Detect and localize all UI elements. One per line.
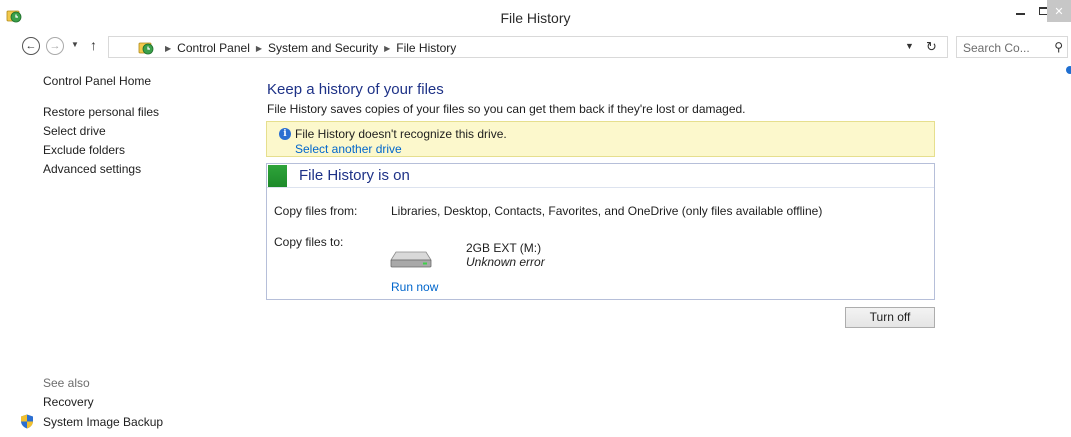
forward-button[interactable]: → xyxy=(46,37,64,55)
window-title: File History xyxy=(500,10,571,26)
minimize-icon xyxy=(1015,13,1025,15)
recovery-link[interactable]: Recovery xyxy=(43,395,94,409)
refresh-icon[interactable]: ↻ xyxy=(926,39,937,55)
search-icon[interactable]: ⚲ xyxy=(1054,40,1063,54)
recent-locations-dropdown[interactable]: ▼ xyxy=(71,40,79,49)
info-icon: i xyxy=(279,128,291,140)
status-panel: File History is on Copy files from: Libr… xyxy=(266,163,935,300)
up-button[interactable]: ↑ xyxy=(90,37,97,53)
control-panel-home-link[interactable]: Control Panel Home xyxy=(43,74,151,88)
copy-from-value: Libraries, Desktop, Contacts, Favorites,… xyxy=(391,204,823,218)
file-history-icon xyxy=(138,42,154,55)
chevron-right-icon[interactable]: ▶ xyxy=(165,44,171,53)
chevron-right-icon[interactable]: ▶ xyxy=(256,44,262,53)
page-title: Keep a history of your files xyxy=(267,81,444,98)
run-now-link[interactable]: Run now xyxy=(391,280,438,294)
breadcrumb-control-panel[interactable]: Control Panel xyxy=(177,41,250,55)
back-button[interactable]: ← xyxy=(22,37,40,55)
drive-name: 2GB EXT (M:) xyxy=(466,241,542,255)
up-arrow-icon: ↑ xyxy=(90,37,97,53)
select-drive-link[interactable]: Select drive xyxy=(43,124,106,138)
select-another-drive-link[interactable]: Select another drive xyxy=(295,142,402,156)
restore-personal-files-link[interactable]: Restore personal files xyxy=(43,105,159,119)
exclude-folders-link[interactable]: Exclude folders xyxy=(43,143,125,157)
breadcrumb-file-history[interactable]: File History xyxy=(396,41,456,55)
turn-off-button[interactable]: Turn off xyxy=(845,307,935,328)
close-icon: ✕ xyxy=(1054,5,1064,18)
drive-status: Unknown error xyxy=(466,255,545,269)
back-arrow-icon: ← xyxy=(25,39,37,52)
breadcrumb-system-and-security[interactable]: System and Security xyxy=(268,41,378,55)
warning-text: File History doesn't recognize this driv… xyxy=(295,127,507,141)
address-bar[interactable]: ▶ Control Panel ▶ System and Security ▶ … xyxy=(108,36,948,58)
navigation-bar: ← → ▼ ↑ ▶ Control Panel ▶ System and Sec… xyxy=(0,34,1071,60)
search-input[interactable]: Search Co... ⚲ xyxy=(956,36,1068,58)
close-button[interactable]: ✕ xyxy=(1047,0,1071,22)
page-description: File History saves copies of your files … xyxy=(267,102,746,116)
help-icon[interactable] xyxy=(1066,66,1071,74)
status-title: File History is on xyxy=(299,167,410,184)
status-indicator xyxy=(268,165,287,187)
system-image-backup-link[interactable]: System Image Backup xyxy=(43,415,163,429)
copy-from-label: Copy files from: xyxy=(274,204,358,218)
advanced-settings-link[interactable]: Advanced settings xyxy=(43,162,141,176)
chevron-down-icon[interactable]: ▼ xyxy=(905,41,914,51)
search-placeholder: Search Co... xyxy=(963,41,1030,55)
hard-drive-icon xyxy=(390,251,432,268)
warning-banner: i File History doesn't recognize this dr… xyxy=(266,121,935,157)
forward-arrow-icon: → xyxy=(49,39,61,52)
status-header: File History is on xyxy=(267,164,934,188)
title-bar: File History ✕ xyxy=(0,0,1071,34)
chevron-right-icon[interactable]: ▶ xyxy=(384,44,390,53)
uac-shield-icon xyxy=(21,414,33,429)
breadcrumb: ▶ Control Panel ▶ System and Security ▶ … xyxy=(159,41,456,55)
minimize-button[interactable] xyxy=(1008,0,1032,22)
copy-to-label: Copy files to: xyxy=(274,235,344,249)
see-also-heading: See also xyxy=(43,376,90,390)
